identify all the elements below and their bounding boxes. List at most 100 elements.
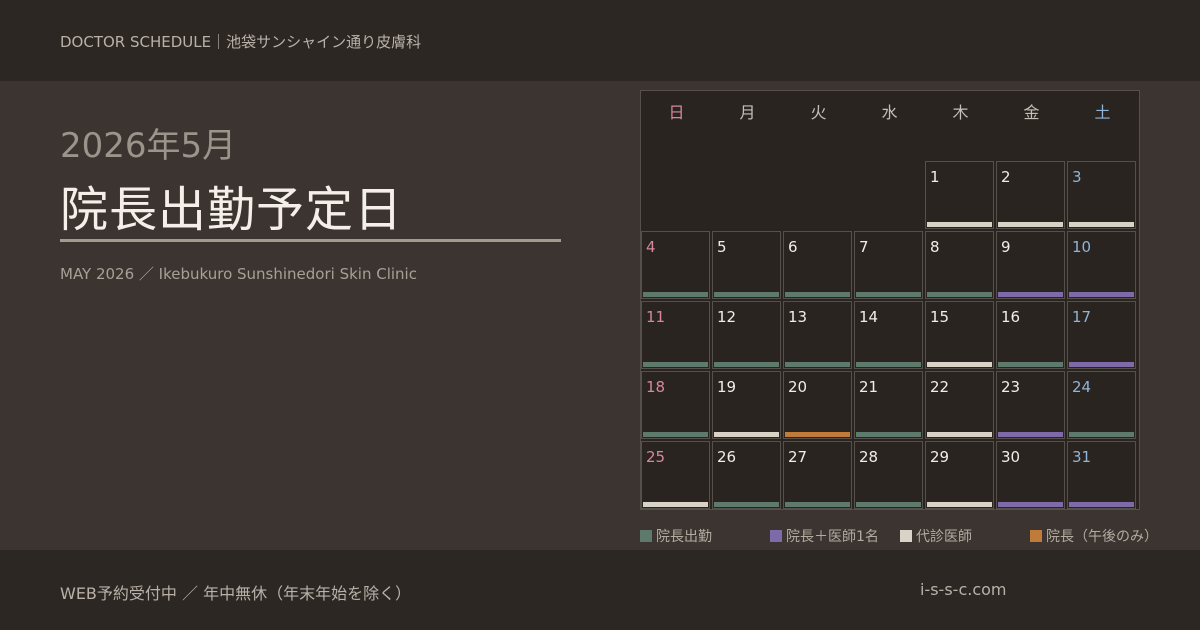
calendar-day: 3 xyxy=(1067,161,1136,229)
year-month-heading: 2026年5月 xyxy=(60,126,237,166)
weekday-header: 土 xyxy=(1094,103,1111,122)
day-number: 27 xyxy=(788,448,808,466)
schedule-bar xyxy=(643,502,708,507)
schedule-bar xyxy=(714,362,779,367)
schedule-bar xyxy=(1069,362,1134,367)
legend-swatch xyxy=(1030,530,1042,542)
schedule-bar xyxy=(998,292,1063,297)
legend-label: 院長＋医師1名 xyxy=(786,529,879,545)
weekday-header: 金 xyxy=(1023,103,1040,122)
schedule-bar xyxy=(643,432,708,437)
calendar-day: 5 xyxy=(712,231,781,299)
day-number: 8 xyxy=(930,238,940,256)
schedule-bar xyxy=(927,292,992,297)
page-title: 院長出勤予定日 xyxy=(60,182,404,238)
schedule-bar xyxy=(714,432,779,437)
schedule-bar xyxy=(1069,292,1134,297)
legend-label: 代診医師 xyxy=(916,529,972,545)
legend-swatch xyxy=(640,530,652,542)
calendar-day: 9 xyxy=(996,231,1065,299)
day-number: 4 xyxy=(646,238,656,256)
schedule-bar xyxy=(998,502,1063,507)
day-number: 16 xyxy=(1001,308,1021,326)
day-number: 22 xyxy=(930,378,950,396)
day-number: 23 xyxy=(1001,378,1021,396)
schedule-bar xyxy=(998,222,1063,227)
calendar-day: 31 xyxy=(1067,441,1136,509)
day-number: 11 xyxy=(646,308,666,326)
schedule-bar xyxy=(927,222,992,227)
calendar-day: 13 xyxy=(783,301,852,369)
schedule-bar xyxy=(856,292,921,297)
calendar-day: 26 xyxy=(712,441,781,509)
header-label: DOCTOR SCHEDULE｜池袋サンシャイン通り皮膚科 xyxy=(60,33,422,51)
schedule-bar xyxy=(643,362,708,367)
calendar-day: 21 xyxy=(854,371,923,439)
calendar-day: 25 xyxy=(641,441,710,509)
day-number: 18 xyxy=(646,378,666,396)
legend-swatch xyxy=(770,530,782,542)
day-number: 9 xyxy=(1001,238,1011,256)
schedule-bar xyxy=(785,432,850,437)
calendar-day: 29 xyxy=(925,441,994,509)
footer-info: WEB予約受付中 ／ 年中無休（年末年始を除く） xyxy=(60,584,412,603)
calendar-day: 27 xyxy=(783,441,852,509)
footer-website-link[interactable]: i-s-s-c.com xyxy=(920,580,1007,599)
calendar-day: 1 xyxy=(925,161,994,229)
calendar-day: 24 xyxy=(1067,371,1136,439)
schedule-bar xyxy=(1069,502,1134,507)
day-number: 24 xyxy=(1072,378,1092,396)
day-number: 31 xyxy=(1072,448,1092,466)
page-subtitle: MAY 2026 ／ Ikebukuro Sunshinedori Skin C… xyxy=(60,265,417,283)
calendar-day: 10 xyxy=(1067,231,1136,299)
day-number: 3 xyxy=(1072,168,1082,186)
calendar-day: 4 xyxy=(641,231,710,299)
legend-item: 院長＋医師1名 xyxy=(770,526,879,546)
calendar-day: 2 xyxy=(996,161,1065,229)
legend-item: 代診医師 xyxy=(900,526,972,546)
calendar-day: 30 xyxy=(996,441,1065,509)
day-number: 7 xyxy=(859,238,869,256)
day-number: 12 xyxy=(717,308,737,326)
day-number: 21 xyxy=(859,378,879,396)
legend-label: 院長出勤 xyxy=(656,529,712,545)
day-number: 14 xyxy=(859,308,879,326)
schedule-bar xyxy=(927,502,992,507)
legend-swatch xyxy=(900,530,912,542)
weekday-header: 水 xyxy=(881,103,898,122)
calendar-day: 14 xyxy=(854,301,923,369)
calendar-day: 19 xyxy=(712,371,781,439)
schedule-bar xyxy=(785,362,850,367)
weekday-header: 月 xyxy=(739,103,756,122)
day-number: 5 xyxy=(717,238,727,256)
header-bar: DOCTOR SCHEDULE｜池袋サンシャイン通り皮膚科 xyxy=(0,0,1200,81)
day-number: 29 xyxy=(930,448,950,466)
schedule-bar xyxy=(714,502,779,507)
calendar-day: 18 xyxy=(641,371,710,439)
schedule-bar xyxy=(785,502,850,507)
calendar-day: 15 xyxy=(925,301,994,369)
calendar-day: 7 xyxy=(854,231,923,299)
day-number: 30 xyxy=(1001,448,1021,466)
calendar-day: 11 xyxy=(641,301,710,369)
day-number: 1 xyxy=(930,168,940,186)
schedule-bar xyxy=(856,502,921,507)
day-number: 25 xyxy=(646,448,666,466)
weekday-header: 木 xyxy=(952,103,969,122)
calendar-day: 22 xyxy=(925,371,994,439)
schedule-bar xyxy=(856,432,921,437)
day-number: 26 xyxy=(717,448,737,466)
calendar-day: 8 xyxy=(925,231,994,299)
day-number: 17 xyxy=(1072,308,1092,326)
schedule-bar xyxy=(998,432,1063,437)
schedule-bar xyxy=(1069,432,1134,437)
legend-label: 院長（午後のみ） xyxy=(1046,529,1158,545)
weekday-header: 日 xyxy=(668,103,685,122)
legend-item: 院長（午後のみ） xyxy=(1030,526,1158,546)
schedule-bar xyxy=(856,362,921,367)
schedule-bar xyxy=(927,362,992,367)
day-number: 6 xyxy=(788,238,798,256)
day-number: 10 xyxy=(1072,238,1092,256)
day-number: 13 xyxy=(788,308,808,326)
calendar-day: 20 xyxy=(783,371,852,439)
